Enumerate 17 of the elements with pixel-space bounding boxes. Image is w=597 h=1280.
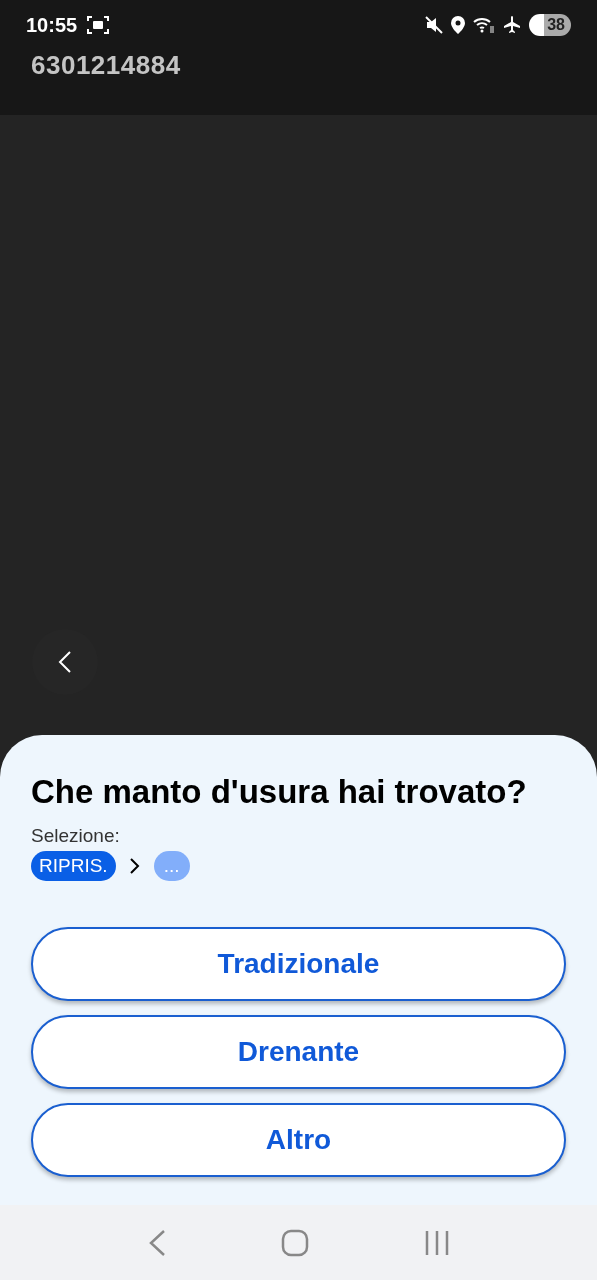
selection-label: Selezione: (31, 825, 121, 847)
airplane-icon (503, 16, 522, 34)
screenshot-icon (87, 15, 110, 35)
mute-icon (425, 16, 444, 34)
wifi-icon (473, 16, 496, 34)
option-button[interactable]: Drenante (31, 1015, 566, 1089)
battery-level: 38 (529, 14, 571, 36)
location-icon (451, 16, 466, 34)
back-icon (58, 650, 72, 674)
breadcrumb-chip: RIPRIS. (31, 851, 116, 881)
option-button[interactable]: Tradizionale (31, 927, 566, 1001)
page-title: 6301214884 (31, 50, 181, 81)
status-time: 10:55 (26, 13, 78, 37)
breadcrumb-chip: ... (153, 851, 190, 881)
question-title: Che manto d'usura hai trovato? (31, 773, 528, 811)
option-button[interactable]: Altro (31, 1103, 566, 1177)
chevron-right-icon (129, 858, 140, 874)
